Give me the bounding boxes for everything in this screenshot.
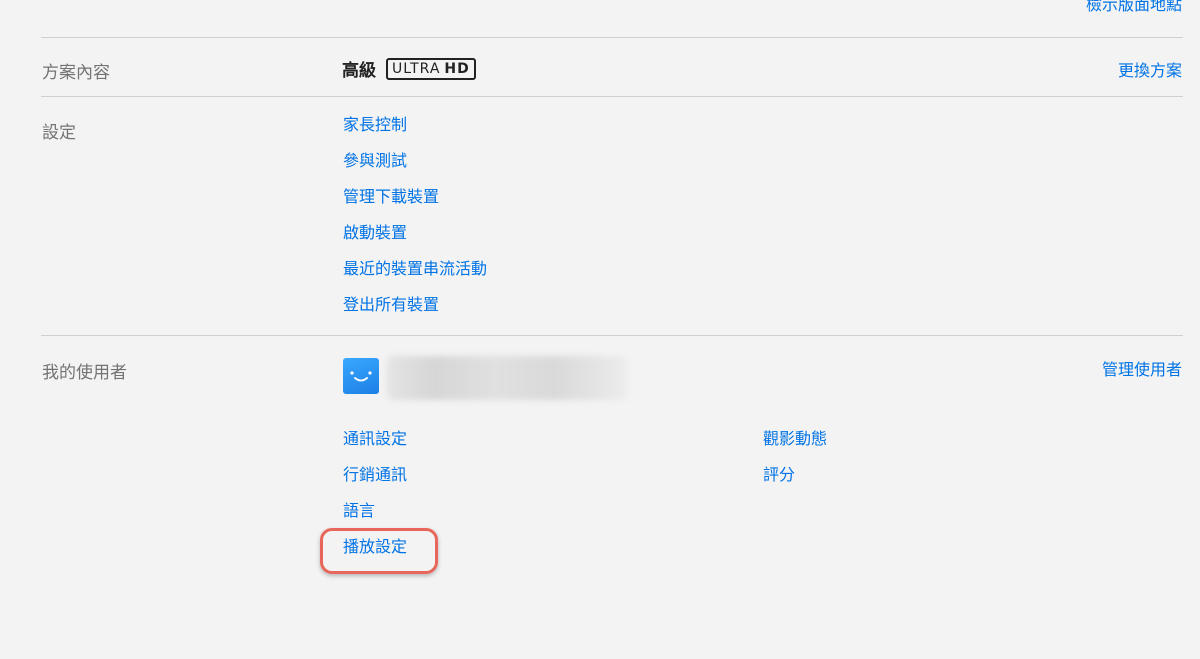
- profile-right-links: 觀影動態 評分: [763, 428, 827, 486]
- playback-settings-link[interactable]: 播放設定: [343, 536, 407, 558]
- communication-settings-link[interactable]: 通訊設定: [343, 428, 407, 450]
- ultra-hd-badge: ULTRA HD: [386, 57, 476, 80]
- parental-controls-link[interactable]: 家長控制: [343, 114, 487, 136]
- plan-details: 高級 ULTRA HD: [342, 56, 476, 81]
- viewing-activity-link[interactable]: 觀影動態: [763, 428, 827, 450]
- marketing-communications-link[interactable]: 行銷通訊: [343, 464, 407, 486]
- plan-section-label: 方案內容: [42, 63, 110, 83]
- smiley-face-icon: [350, 371, 372, 382]
- top-link-cutoff[interactable]: 檢示版面地點: [1086, 0, 1182, 15]
- sign-out-all-devices-link[interactable]: 登出所有裝置: [343, 294, 487, 316]
- profile-section-label: 我的使用者: [42, 363, 127, 383]
- change-plan-link[interactable]: 更換方案: [1118, 57, 1182, 81]
- profile-name-blurred: [387, 356, 627, 400]
- account-page: 檢示版面地點 方案內容 高級 ULTRA HD 更換方案 設定 家長控制 參與測試…: [0, 0, 1200, 659]
- test-participation-link[interactable]: 參與測試: [343, 150, 487, 172]
- settings-section-label: 設定: [42, 123, 76, 143]
- activate-device-link[interactable]: 啟動裝置: [343, 222, 487, 244]
- profile-left-links: 通訊設定 行銷通訊 語言 播放設定: [343, 428, 407, 558]
- ratings-link[interactable]: 評分: [763, 464, 827, 486]
- badge-ultra-text: ULTRA: [392, 60, 441, 77]
- badge-hd-text: HD: [444, 60, 470, 77]
- recent-streaming-activity-link[interactable]: 最近的裝置串流活動: [343, 258, 487, 280]
- manage-download-devices-link[interactable]: 管理下載裝置: [343, 186, 487, 208]
- plan-name: 高級: [342, 61, 376, 81]
- smiley-avatar-icon[interactable]: [343, 358, 379, 394]
- divider-settings: [41, 96, 1183, 97]
- settings-list: 家長控制 參與測試 管理下載裝置 啟動裝置 最近的裝置串流活動 登出所有裝置: [343, 114, 487, 316]
- divider-profile: [41, 335, 1183, 336]
- manage-profiles-link[interactable]: 管理使用者: [1102, 356, 1182, 380]
- divider-plan: [41, 37, 1183, 38]
- language-link[interactable]: 語言: [343, 500, 407, 522]
